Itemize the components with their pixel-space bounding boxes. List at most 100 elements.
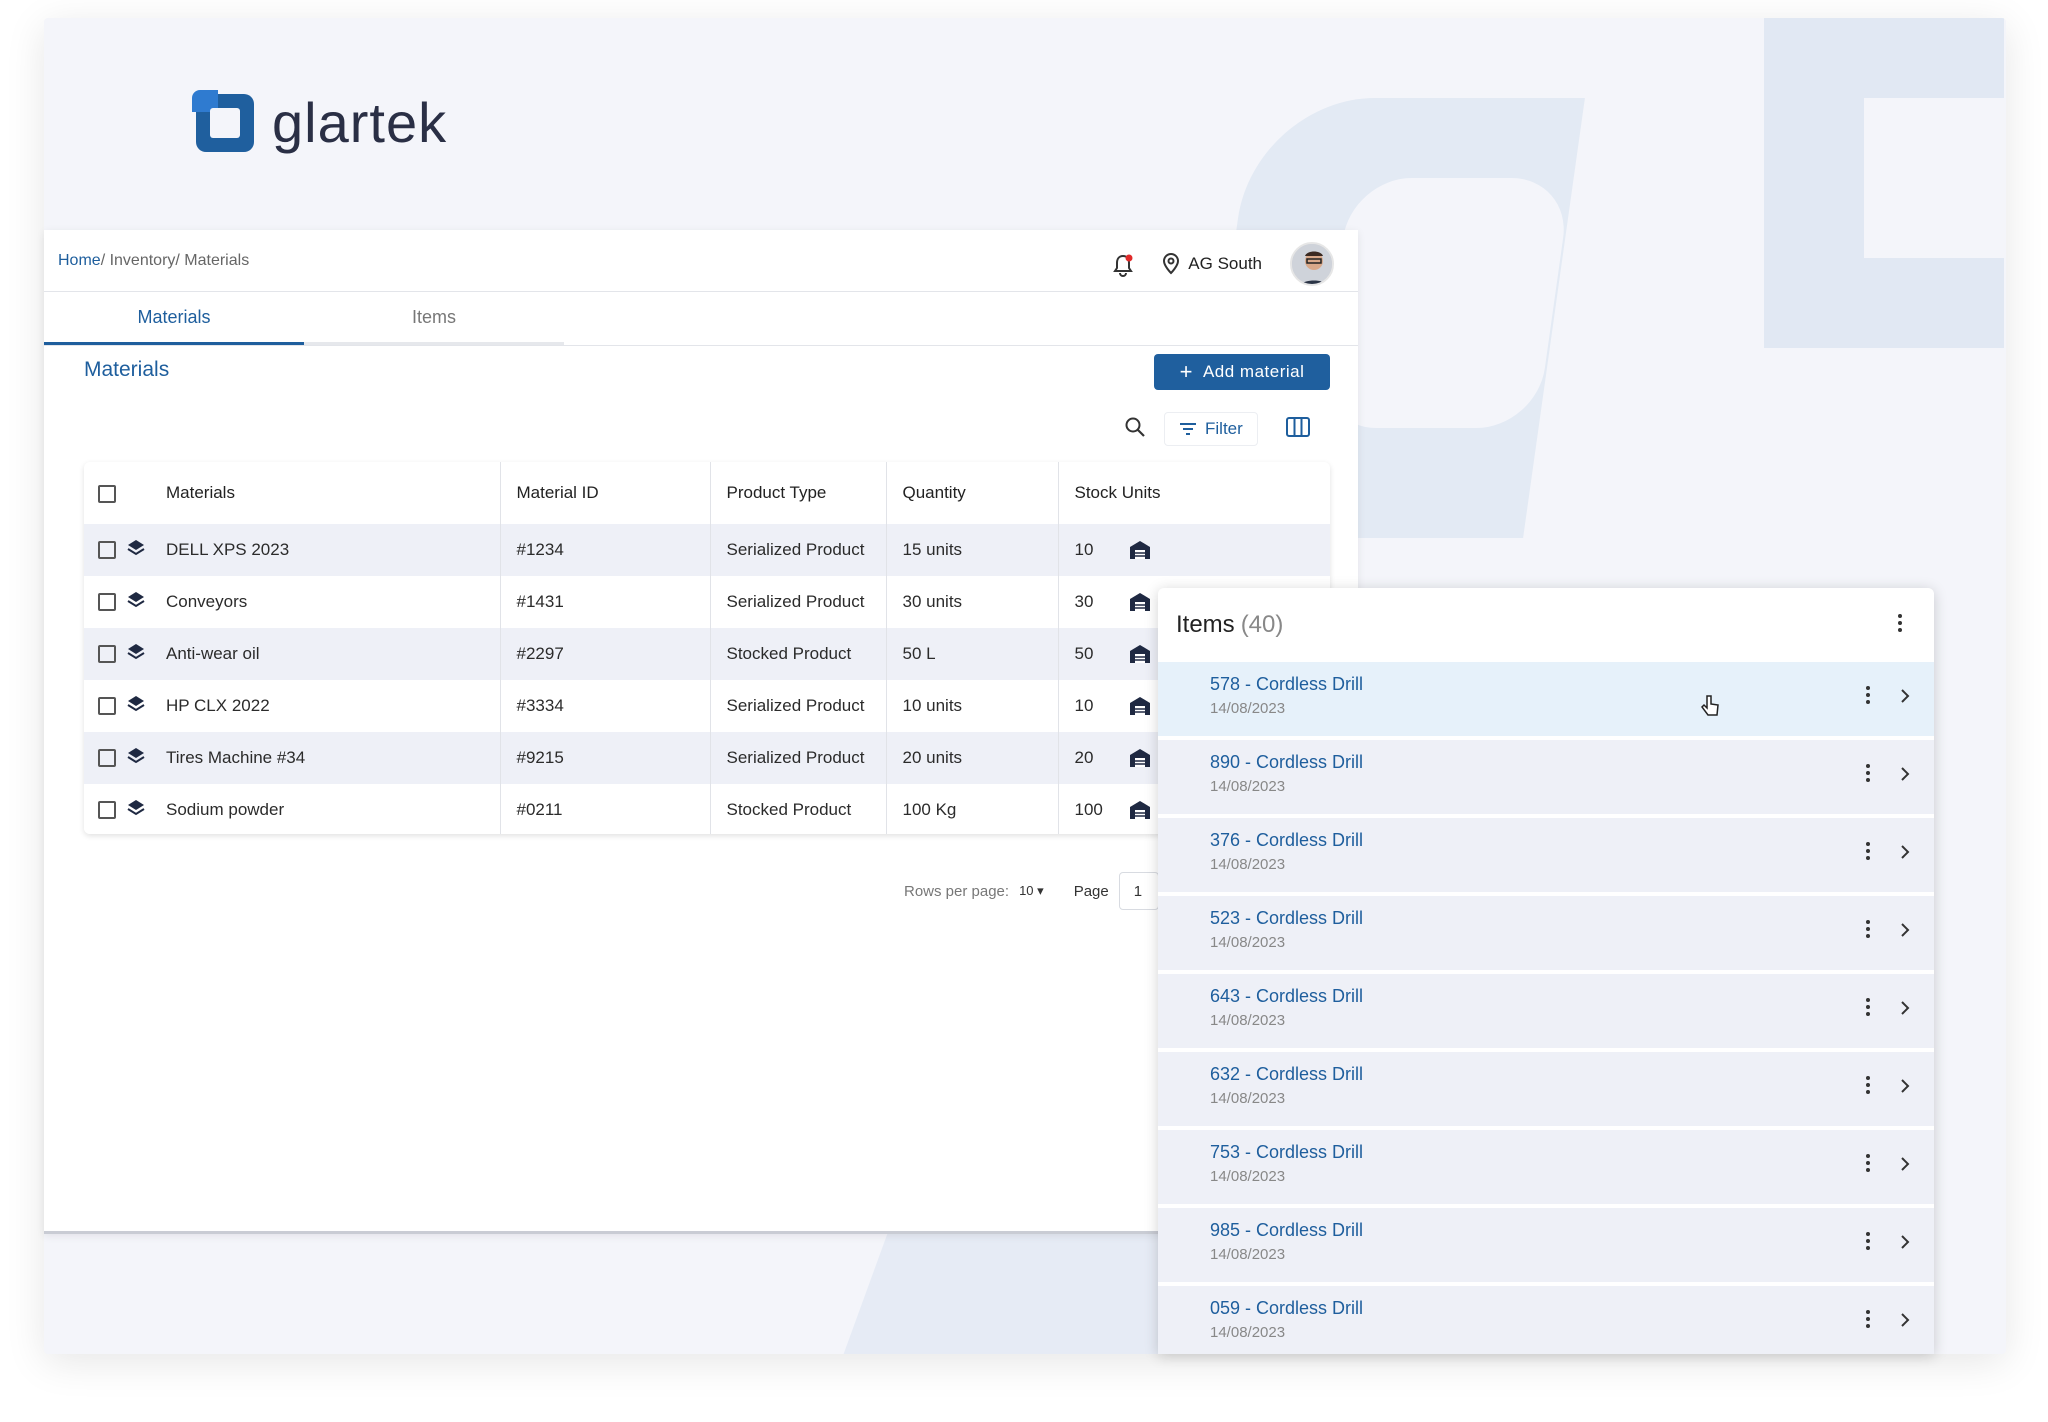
item-title[interactable]: 890 - Cordless Drill	[1210, 752, 1363, 773]
table-toolbar: Filter	[1124, 412, 1310, 446]
items-count: (40)	[1240, 611, 1284, 638]
cell-quantity: 50 L	[886, 628, 1059, 680]
warehouse-icon[interactable]	[1129, 592, 1151, 612]
cell-product-type: Serialized Product	[710, 576, 887, 628]
cell-material-name: DELL XPS 2023	[166, 524, 501, 576]
cell-quantity: 20 units	[886, 732, 1059, 784]
table-row[interactable]: Conveyors #1431 Serialized Product 30 units…	[84, 576, 1330, 628]
warehouse-icon[interactable]	[1129, 748, 1151, 768]
item-title[interactable]: 523 - Cordless Drill	[1210, 908, 1363, 929]
item-title[interactable]: 376 - Cordless Drill	[1210, 830, 1363, 851]
logo-text: glartek	[272, 91, 448, 154]
chevron-right-icon[interactable]	[1898, 1076, 1912, 1101]
cell-material-id: #2297	[500, 628, 711, 680]
avatar[interactable]	[1290, 242, 1334, 286]
cell-material-name: Tires Machine #34	[166, 732, 501, 784]
item-title[interactable]: 632 - Cordless Drill	[1210, 1064, 1363, 1085]
table-row[interactable]: HP CLX 2022 #3334 Serialized Product 10 uni…	[84, 680, 1330, 732]
chevron-right-icon[interactable]	[1898, 1232, 1912, 1257]
more-vertical-icon[interactable]	[1858, 842, 1878, 860]
row-checkbox[interactable]	[98, 697, 116, 715]
location-selector[interactable]: AG South	[1162, 253, 1262, 275]
more-vertical-icon[interactable]	[1858, 1232, 1878, 1250]
warehouse-icon[interactable]	[1129, 800, 1151, 820]
row-checkbox[interactable]	[98, 541, 116, 559]
item-title[interactable]: 753 - Cordless Drill	[1210, 1142, 1363, 1163]
table-row[interactable]: DELL XPS 2023 #1234 Serialized Product 15 u…	[84, 524, 1330, 576]
cell-product-type: Serialized Product	[710, 680, 887, 732]
more-vertical-icon[interactable]	[1858, 686, 1878, 704]
filter-icon	[1180, 423, 1196, 435]
row-checkbox[interactable]	[98, 645, 116, 663]
item-title[interactable]: 578 - Cordless Drill	[1210, 674, 1363, 695]
cell-quantity: 15 units	[886, 524, 1059, 576]
table-row[interactable]: Sodium powder #0211 Stocked Product 100 Kg 1…	[84, 784, 1330, 834]
list-item[interactable]: 059 - Cordless Drill 14/08/2023	[1158, 1286, 1934, 1354]
tab-materials[interactable]: Materials	[44, 292, 304, 345]
chevron-right-icon[interactable]	[1898, 1310, 1912, 1335]
items-list: 578 - Cordless Drill 14/08/2023 890 - Cord…	[1158, 662, 1934, 1354]
decorative-shape	[1864, 98, 2006, 258]
item-title[interactable]: 643 - Cordless Drill	[1210, 986, 1363, 1007]
more-vertical-icon[interactable]	[1858, 764, 1878, 782]
list-item[interactable]: 753 - Cordless Drill 14/08/2023	[1158, 1130, 1934, 1204]
more-vertical-icon[interactable]	[1858, 998, 1878, 1016]
add-material-button[interactable]: + Add material	[1154, 354, 1330, 390]
chevron-right-icon[interactable]	[1898, 686, 1912, 711]
chevron-right-icon[interactable]	[1898, 842, 1912, 867]
item-title[interactable]: 059 - Cordless Drill	[1210, 1298, 1363, 1319]
chevron-right-icon[interactable]	[1898, 998, 1912, 1023]
chevron-right-icon[interactable]	[1898, 764, 1912, 789]
list-item[interactable]: 890 - Cordless Drill 14/08/2023	[1158, 740, 1934, 814]
more-vertical-icon[interactable]	[1890, 614, 1910, 632]
filter-button[interactable]: Filter	[1164, 412, 1258, 446]
list-item[interactable]: 578 - Cordless Drill 14/08/2023	[1158, 662, 1934, 736]
search-icon[interactable]	[1124, 416, 1146, 443]
cell-material-name: HP CLX 2022	[166, 680, 501, 732]
cell-material-name: Conveyors	[166, 576, 501, 628]
page-number-input[interactable]: 1	[1118, 872, 1159, 910]
tab-items[interactable]: Items	[304, 292, 564, 345]
stock-units-value: 10	[1074, 695, 1094, 715]
more-vertical-icon[interactable]	[1858, 1076, 1878, 1094]
select-all-checkbox[interactable]	[98, 484, 116, 503]
col-header-material-id[interactable]: Material ID	[500, 462, 711, 524]
brand-logo: glartek	[192, 89, 448, 155]
top-bar-actions: AG South	[1112, 242, 1334, 286]
row-checkbox[interactable]	[98, 749, 116, 767]
list-item[interactable]: 632 - Cordless Drill 14/08/2023	[1158, 1052, 1934, 1126]
table-header-row: Materials Material ID Product Type Quant…	[84, 462, 1330, 524]
table-row[interactable]: Anti-wear oil #2297 Stocked Product 50 L 50	[84, 628, 1330, 680]
layers-icon	[126, 590, 146, 615]
cell-material-id: #1234	[500, 524, 711, 576]
warehouse-icon[interactable]	[1129, 696, 1151, 716]
columns-icon[interactable]	[1285, 416, 1310, 442]
col-header-product-type[interactable]: Product Type	[710, 462, 887, 524]
row-checkbox[interactable]	[98, 801, 116, 819]
col-header-quantity[interactable]: Quantity	[886, 462, 1059, 524]
list-item[interactable]: 523 - Cordless Drill 14/08/2023	[1158, 896, 1934, 970]
col-header-stock-units[interactable]: Stock Units	[1058, 462, 1330, 524]
item-title[interactable]: 985 - Cordless Drill	[1210, 1220, 1363, 1241]
table-row[interactable]: Tires Machine #34 #9215 Serialized Product…	[84, 732, 1330, 784]
row-checkbox[interactable]	[98, 593, 116, 611]
warehouse-icon[interactable]	[1129, 540, 1151, 560]
warehouse-icon[interactable]	[1129, 644, 1151, 664]
more-vertical-icon[interactable]	[1858, 1310, 1878, 1328]
chevron-right-icon[interactable]	[1898, 1154, 1912, 1179]
breadcrumb: Home/ Inventory/ Materials	[58, 252, 249, 270]
chevron-right-icon[interactable]	[1898, 920, 1912, 945]
more-vertical-icon[interactable]	[1858, 920, 1878, 938]
list-item[interactable]: 985 - Cordless Drill 14/08/2023	[1158, 1208, 1934, 1282]
list-item[interactable]: 376 - Cordless Drill 14/08/2023	[1158, 818, 1934, 892]
breadcrumb-home[interactable]: Home	[58, 252, 101, 269]
pagination: Rows per page: 10 ▾ Page 1	[904, 872, 1159, 910]
add-material-label: Add material	[1202, 362, 1305, 381]
col-header-materials[interactable]: Materials	[166, 462, 501, 524]
layers-icon	[126, 746, 146, 771]
list-item[interactable]: 643 - Cordless Drill 14/08/2023	[1158, 974, 1934, 1048]
bell-icon[interactable]	[1112, 253, 1134, 277]
more-vertical-icon[interactable]	[1858, 1154, 1878, 1172]
tab-bar: Materials Items	[44, 292, 1358, 346]
rows-per-page-select[interactable]: 10 ▾	[1019, 883, 1044, 899]
